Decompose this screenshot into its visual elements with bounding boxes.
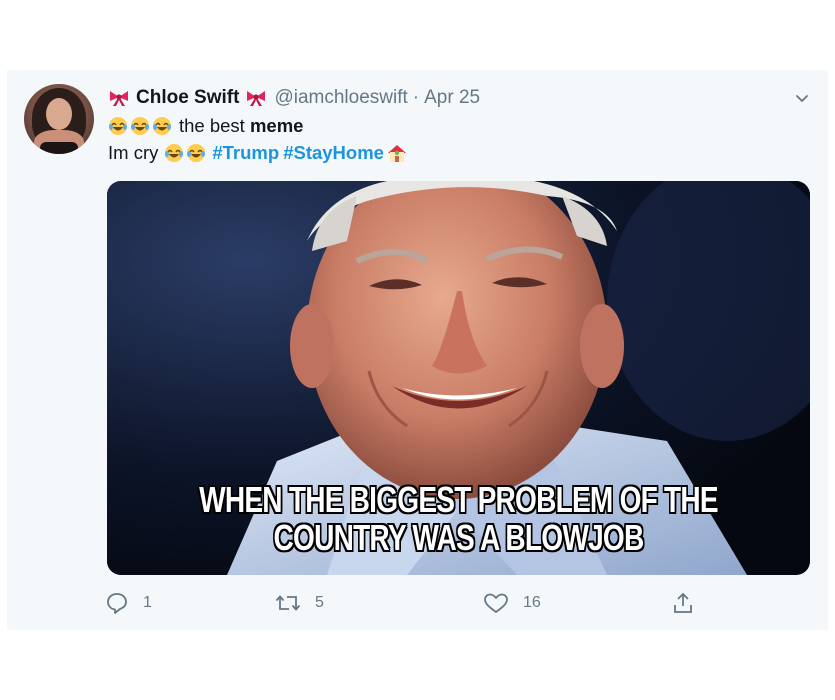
laughing-emoji-icon [164,143,184,163]
meme-caption-line-2: COUNTRY WAS A BLOWJOB [273,517,645,558]
laughing-emoji-icon [108,116,128,136]
share-button[interactable] [671,591,709,615]
avatar-clothing [40,142,78,154]
chevron-down-icon[interactable] [794,90,810,106]
display-name[interactable]: Chloe Swift [136,87,239,109]
retweet-icon [275,595,301,611]
tweet-text: Im cry [108,142,159,163]
ribbon-icon [108,89,130,107]
laughing-emoji-icon [152,116,172,136]
reply-count: 1 [143,594,152,611]
avatar[interactable] [24,84,94,154]
reply-button[interactable]: 1 [105,591,152,615]
ribbon-icon [245,89,267,107]
tweet-text: the best [179,115,250,136]
share-icon [674,592,692,613]
retweet-button[interactable]: 5 [275,591,324,615]
hashtag-trump[interactable]: #Trump [212,142,279,164]
laughing-emoji-icon [186,143,206,163]
reply-icon [107,593,127,614]
like-icon [484,593,508,613]
like-button[interactable]: 16 [483,591,541,615]
tweet-media-image[interactable]: WHEN THE BIGGEST PROBLEM OF THE COUNTRY … [107,181,810,575]
like-count: 16 [523,594,541,611]
separator-dot: · [412,87,420,108]
tweet-text-line-1: the best meme [108,115,303,137]
tweet-text-bold: meme [249,115,304,136]
hashtag-stayhome[interactable]: #StayHome [283,142,384,164]
avatar-face [46,98,72,130]
user-handle[interactable]: @iamchloeswift [274,87,407,109]
meme-caption-line-1: WHEN THE BIGGEST PROBLEM OF THE [199,479,718,520]
tweet-card[interactable]: Chloe Swift @iamchloeswift · Apr 25 the … [7,70,828,630]
tweet-header: Chloe Swift @iamchloeswift · Apr 25 [108,86,480,110]
retweet-count: 5 [315,594,324,611]
laughing-emoji-icon [130,116,150,136]
tweet-actions: 1 5 16 [105,591,705,619]
house-emoji-icon [386,142,408,164]
tweet-date[interactable]: Apr 25 [424,87,480,109]
tweet-text-line-2: Im cry #Trump #StayHome [108,142,408,164]
